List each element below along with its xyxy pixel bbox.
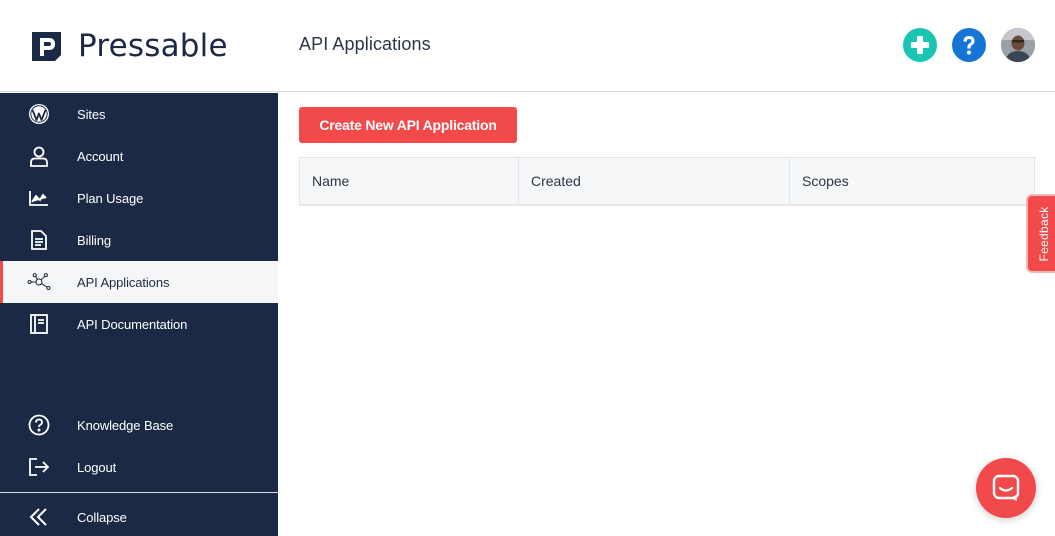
api-applications-table: Name Created Scopes	[299, 157, 1035, 205]
book-icon	[27, 312, 51, 336]
column-header-scopes[interactable]: Scopes	[790, 158, 1034, 204]
feedback-label: Feedback	[1037, 205, 1051, 262]
wordpress-icon	[27, 102, 51, 126]
top-header: Pressable API Applications	[0, 0, 1055, 92]
help-icon	[963, 36, 975, 55]
sidebar-item-label: Knowledge Base	[77, 417, 174, 433]
sidebar-item-plan-usage[interactable]: Plan Usage	[0, 177, 278, 219]
user-avatar[interactable]	[1001, 28, 1035, 62]
collapse-label: Collapse	[77, 509, 127, 525]
sidebar-item-account[interactable]: Account	[0, 135, 278, 177]
add-icon	[911, 36, 929, 54]
sidebar-item-logout[interactable]: Logout	[0, 446, 278, 488]
pressable-logo-mark-icon	[32, 31, 61, 61]
double-chevron-left-icon	[27, 505, 51, 529]
sidebar-item-label: Plan Usage	[77, 190, 144, 206]
table-bottom-border	[299, 204, 1035, 206]
logout-icon	[27, 455, 51, 479]
sidebar-item-label: Account	[77, 148, 124, 164]
sidebar-divider	[0, 492, 278, 493]
feedback-tab[interactable]: Feedback	[1026, 194, 1055, 273]
api-nodes-icon	[27, 270, 51, 294]
brand-name: Pressable	[78, 28, 228, 64]
sidebar-item-sites[interactable]: Sites	[0, 93, 278, 135]
sidebar-item-label: Logout	[77, 459, 117, 475]
sidebar-item-label: Sites	[77, 106, 106, 122]
app: Pressable API Applications Sites Account…	[0, 0, 1055, 536]
sidebar-item-api-applications[interactable]: API Applications	[0, 261, 278, 303]
column-header-created[interactable]: Created	[519, 158, 790, 204]
sidebar-item-label: API Applications	[77, 274, 170, 290]
sidebar-collapse-button[interactable]: Collapse	[0, 496, 278, 536]
pressable-logo[interactable]: Pressable	[32, 30, 228, 62]
chat-icon	[992, 474, 1020, 501]
help-button[interactable]	[952, 28, 986, 62]
user-icon	[27, 144, 51, 168]
avatar-image	[1001, 28, 1035, 62]
add-button[interactable]	[903, 28, 937, 62]
create-api-application-button[interactable]: Create New API Application	[299, 107, 517, 143]
chart-icon	[27, 186, 51, 210]
sidebar-item-label: Billing	[77, 232, 111, 248]
sidebar: Sites Account Plan Usage Billing API App…	[0, 93, 278, 536]
chat-launcher-button[interactable]	[976, 458, 1036, 518]
question-circle-icon	[27, 413, 51, 437]
sidebar-item-knowledge-base[interactable]: Knowledge Base	[0, 404, 278, 446]
header-actions	[903, 28, 1035, 62]
sidebar-item-label: API Documentation	[77, 316, 188, 332]
document-icon	[27, 228, 51, 252]
sidebar-item-api-documentation[interactable]: API Documentation	[0, 303, 278, 345]
sidebar-item-billing[interactable]: Billing	[0, 219, 278, 261]
page-title: API Applications	[299, 34, 431, 54]
column-header-name[interactable]: Name	[300, 158, 519, 204]
